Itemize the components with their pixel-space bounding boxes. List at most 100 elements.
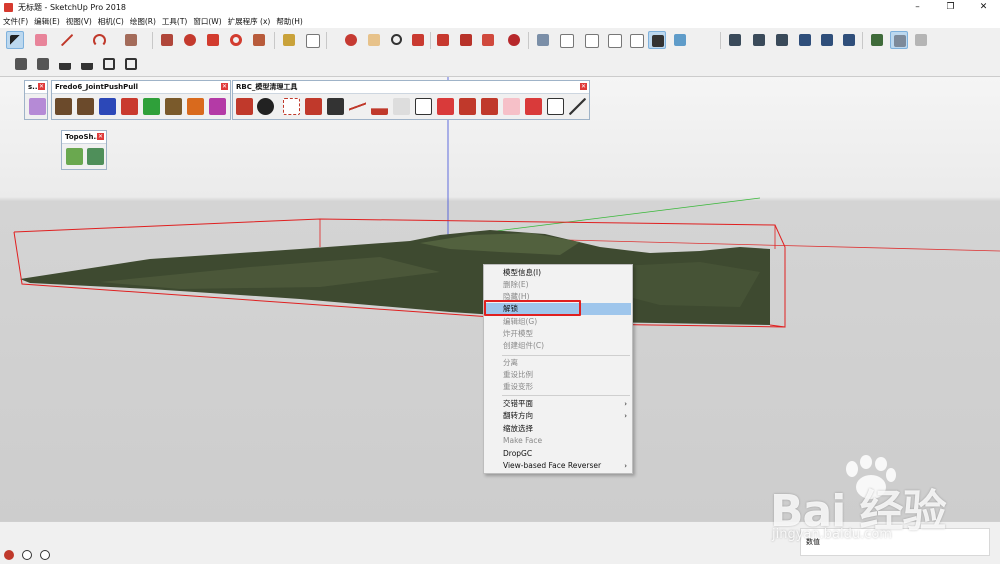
menu-item-unglue[interactable]: 分离 xyxy=(485,357,631,369)
redo-push-pull-icon[interactable] xyxy=(209,98,226,115)
menu-item-model-info[interactable]: 模型信息(I) xyxy=(485,267,631,279)
cleanup-model-icon[interactable] xyxy=(547,98,564,115)
menu-item-flip-along[interactable]: 翻转方向 › xyxy=(485,410,631,422)
orbit-tool-button[interactable] xyxy=(342,31,360,49)
cleanup-material-icon[interactable] xyxy=(525,98,542,115)
cleanup-solid-icon[interactable] xyxy=(327,98,344,115)
solid-tool-3-button[interactable] xyxy=(773,31,791,49)
panel-close-button[interactable]: ✕ xyxy=(38,83,45,90)
photo-texture-button[interactable] xyxy=(912,31,930,49)
menu-item-make-component[interactable]: 创建组件(C) xyxy=(485,340,631,352)
trash-icon[interactable] xyxy=(393,98,410,115)
menu-item-view-based-face-reverser[interactable]: View-based Face Reverser › xyxy=(485,460,631,472)
solid-tool-5-button[interactable] xyxy=(818,31,836,49)
cleanup-arrows-icon[interactable] xyxy=(459,98,476,115)
credits-info-icon[interactable] xyxy=(22,550,32,560)
menu-item-intersect-faces[interactable]: 交错平面 › xyxy=(485,398,631,410)
topo-surface-icon[interactable] xyxy=(66,148,83,165)
menu-item-explode[interactable]: 炸开模型 xyxy=(485,328,631,340)
menu-tools[interactable]: 工具(T) xyxy=(159,16,190,27)
layout-tool-button[interactable] xyxy=(34,55,52,73)
panel-close-button[interactable]: ✕ xyxy=(97,133,104,140)
panel-close-button[interactable]: ✕ xyxy=(221,83,228,90)
menu-extensions[interactable]: 扩展程序 (x) xyxy=(225,16,274,27)
minimize-button[interactable]: – xyxy=(901,0,934,14)
geo-location-button[interactable] xyxy=(868,31,886,49)
select-tool-button[interactable] xyxy=(6,31,24,49)
tape-measure-button[interactable] xyxy=(280,31,298,49)
solid-tool-2-button[interactable] xyxy=(750,31,768,49)
follow-push-pull-icon[interactable] xyxy=(143,98,160,115)
menu-item-dropgc[interactable]: DropGC xyxy=(485,448,631,460)
style-shaded-button[interactable] xyxy=(648,31,666,49)
menu-draw[interactable]: 绘图(R) xyxy=(127,16,159,27)
menu-item-reset-skew[interactable]: 重设变形 xyxy=(485,381,631,393)
cleanup-square-icon[interactable] xyxy=(415,98,432,115)
view-right-button[interactable] xyxy=(605,31,623,49)
topo-contour-icon[interactable] xyxy=(87,148,104,165)
zoom-tool-button[interactable] xyxy=(388,31,406,49)
panel-close-button[interactable]: ✕ xyxy=(580,83,587,90)
house-tool-2-button[interactable] xyxy=(78,55,96,73)
maximize-button[interactable]: ❐ xyxy=(934,0,967,14)
menu-file[interactable]: 文件(F) xyxy=(0,16,31,27)
cleanup-edges-icon[interactable] xyxy=(349,98,366,115)
menu-item-delete[interactable]: 删除(E) xyxy=(485,279,631,291)
eraser-tool-button[interactable] xyxy=(32,31,50,49)
menu-item-edit-group[interactable]: 编辑组(G) xyxy=(485,316,631,328)
line-tool-button[interactable] xyxy=(58,31,76,49)
menu-edit[interactable]: 编辑(E) xyxy=(31,16,63,27)
cleanup-box-icon[interactable] xyxy=(283,98,300,115)
warehouse-tool-button[interactable] xyxy=(12,55,30,73)
joint-push-pull-icon[interactable] xyxy=(55,98,72,115)
arc-tool-button[interactable] xyxy=(90,31,108,49)
share-model-button[interactable] xyxy=(479,31,497,49)
rectangle-tool-button[interactable] xyxy=(122,31,140,49)
move-tool-button[interactable] xyxy=(204,31,222,49)
broom-icon[interactable] xyxy=(236,98,253,115)
layers-icon[interactable] xyxy=(481,98,498,115)
measurements-box[interactable]: 数值 xyxy=(800,528,990,556)
panel-header[interactable]: Fredo6_JointPushPull ✕ xyxy=(52,81,230,94)
components-button[interactable] xyxy=(457,31,475,49)
vector-push-pull-icon[interactable] xyxy=(77,98,94,115)
panel-header[interactable]: RBC_模型清理工具 ✕ xyxy=(233,81,589,94)
solid-tool-4-button[interactable] xyxy=(796,31,814,49)
undo-push-pull-icon[interactable] xyxy=(165,98,182,115)
toggle-terrain-button[interactable] xyxy=(890,31,908,49)
view-back-button[interactable] xyxy=(627,31,645,49)
gear-icon[interactable] xyxy=(257,98,274,115)
tool-icon[interactable] xyxy=(29,98,46,115)
menu-item-zoom-selection[interactable]: 缩放选择 xyxy=(485,423,631,435)
pan-tool-button[interactable] xyxy=(365,31,383,49)
finish-push-pull-icon[interactable] xyxy=(187,98,204,115)
view-front-button[interactable] xyxy=(582,31,600,49)
menu-item-make-face[interactable]: Make Face xyxy=(485,435,631,447)
extrude-push-pull-icon[interactable] xyxy=(121,98,138,115)
menu-camera[interactable]: 相机(C) xyxy=(95,16,127,27)
cleanup-pink-icon[interactable] xyxy=(503,98,520,115)
house-tool-1-button[interactable] xyxy=(56,55,74,73)
follow-me-tool-button[interactable] xyxy=(181,31,199,49)
zoom-extents-button[interactable] xyxy=(409,31,427,49)
rotate-tool-button[interactable] xyxy=(227,31,245,49)
view-top-button[interactable] xyxy=(557,31,575,49)
menu-view[interactable]: 视图(V) xyxy=(63,16,95,27)
house-tool-4-button[interactable] xyxy=(122,55,140,73)
cleanup-plane-icon[interactable] xyxy=(371,98,388,115)
push-pull-tool-button[interactable] xyxy=(158,31,176,49)
normal-push-pull-icon[interactable] xyxy=(99,98,116,115)
text-tool-button[interactable] xyxy=(303,31,321,49)
menu-help[interactable]: 帮助(H) xyxy=(273,16,306,27)
cleanup-red-square-icon[interactable] xyxy=(437,98,454,115)
geo-status-icon[interactable] xyxy=(4,550,14,560)
panel-header[interactable]: TopoSh... ✕ xyxy=(62,131,106,144)
extension-warehouse-button[interactable] xyxy=(505,31,523,49)
solid-tool-6-button[interactable] xyxy=(840,31,858,49)
help-icon[interactable] xyxy=(40,550,50,560)
cleanup-axes-icon[interactable] xyxy=(569,98,586,115)
solid-tool-1-button[interactable] xyxy=(726,31,744,49)
house-tool-3-button[interactable] xyxy=(100,55,118,73)
cleanup-faces-icon[interactable] xyxy=(305,98,322,115)
panel-header[interactable]: s... ✕ xyxy=(25,81,47,94)
